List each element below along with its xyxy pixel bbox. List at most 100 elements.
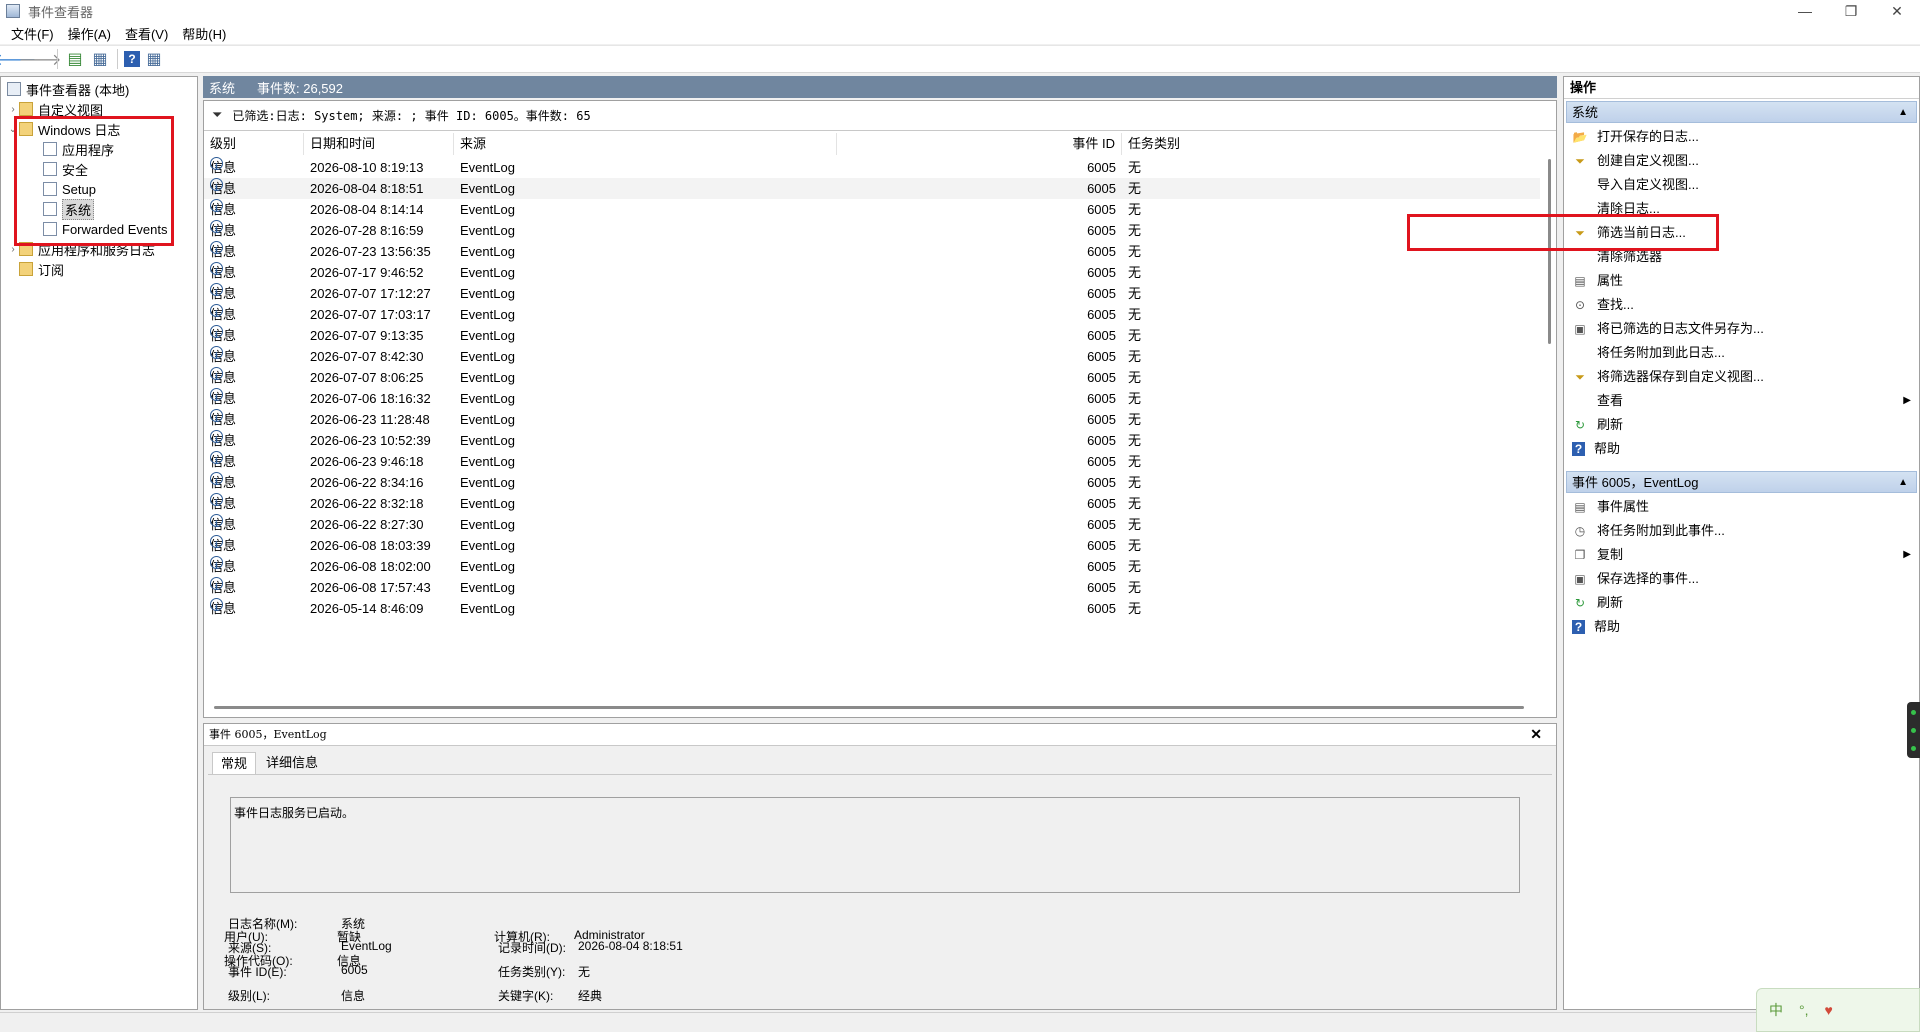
ime-punctuation[interactable]: °, [1799, 1002, 1809, 1018]
column-header-datetime[interactable]: 日期和时间 [304, 133, 454, 155]
action-item[interactable]: ▣ 保存选择的事件... [1566, 567, 1917, 591]
action-item[interactable]: ⏷ 创建自定义视图... [1566, 149, 1917, 173]
table-row[interactable]: i 信息 2026-06-22 8:32:18 EventLog 6005 无 [204, 493, 1540, 514]
help-icon[interactable]: ? [124, 51, 140, 67]
table-row[interactable]: i 信息 2026-08-04 8:14:14 EventLog 6005 无 [204, 199, 1540, 220]
table-row[interactable]: i 信息 2026-06-23 9:46:18 EventLog 6005 无 [204, 451, 1540, 472]
action-item[interactable]: ⊙ 查找... [1566, 293, 1917, 317]
actions-section-system[interactable]: 系统 ▲ [1566, 101, 1917, 123]
level-value: 信息 [341, 989, 366, 1003]
source-cell: EventLog [460, 328, 515, 343]
action-item[interactable]: ⏷ 将筛选器保存到自定义视图... [1566, 365, 1917, 389]
table-row[interactable]: i 信息 2026-05-14 8:46:09 EventLog 6005 无 [204, 598, 1540, 619]
collapse-caret-icon[interactable]: ▲ [1898, 102, 1908, 124]
keywords-value: 经典 [578, 989, 603, 1003]
action-item[interactable]: ◷ 将任务附加到此事件... [1566, 519, 1917, 543]
action-item[interactable]: 📂 打开保存的日志... [1566, 125, 1917, 149]
copy-icon: ❐ [1574, 548, 1586, 562]
action-item[interactable]: ▤ 属性 [1566, 269, 1917, 293]
actions-section-label: 事件 6005，EventLog [1572, 475, 1699, 490]
column-header-task-category[interactable]: 任务类别 [1122, 133, 1242, 155]
table-row[interactable]: i 信息 2026-06-23 10:52:39 EventLog 6005 无 [204, 430, 1540, 451]
event-viewer-icon [7, 82, 21, 96]
close-button[interactable]: ✕ [1874, 0, 1920, 22]
tree-subscriptions[interactable]: 订阅 [19, 259, 64, 279]
collapse-caret-icon[interactable]: ▲ [1898, 472, 1908, 494]
table-row[interactable]: i 信息 2026-06-08 17:57:43 EventLog 6005 无 [204, 577, 1540, 598]
table-row[interactable]: i 信息 2026-06-22 8:34:16 EventLog 6005 无 [204, 472, 1540, 493]
tree-root[interactable]: 事件查看器 (本地) [7, 79, 129, 99]
side-widget[interactable] [1907, 702, 1920, 758]
datetime-cell: 2026-08-04 8:14:14 [310, 202, 424, 217]
column-header-source[interactable]: 来源 [454, 133, 837, 155]
datetime-cell: 2026-07-07 9:13:35 [310, 328, 424, 343]
action-item[interactable]: ? 帮助 [1566, 615, 1917, 639]
event-id-cell: 6005 [1087, 433, 1116, 448]
table-row[interactable]: i 信息 2026-07-06 18:16:32 EventLog 6005 无 [204, 388, 1540, 409]
datetime-cell: 2026-07-07 8:06:25 [310, 370, 424, 385]
level-cell: i 信息 [210, 367, 236, 388]
table-row[interactable]: i 信息 2026-06-22 8:27:30 EventLog 6005 无 [204, 514, 1540, 535]
maximize-button[interactable]: ❐ [1828, 0, 1874, 22]
action-item[interactable]: ? 帮助 [1566, 437, 1917, 461]
menu-action[interactable]: 操作(A) [61, 24, 118, 43]
up-folder-icon[interactable]: ▤ [64, 48, 86, 70]
action-item[interactable]: ❐ 复制 ▶ [1566, 543, 1917, 567]
column-header-event-id[interactable]: 事件 ID [837, 133, 1122, 155]
scrollbar-thumb[interactable] [1548, 159, 1551, 344]
ime-mode[interactable]: 中 [1769, 1000, 1783, 1020]
ime-toolbar[interactable]: 中 °, ♥ [1756, 988, 1920, 1032]
table-row[interactable]: i 信息 2026-07-28 8:16:59 EventLog 6005 无 [204, 220, 1540, 241]
minimize-button[interactable]: — [1782, 0, 1828, 22]
event-id-cell: 6005 [1087, 265, 1116, 280]
actions-section-event[interactable]: 事件 6005，EventLog ▲ [1566, 471, 1917, 493]
table-row[interactable]: i 信息 2026-07-17 9:46:52 EventLog 6005 无 [204, 262, 1540, 283]
event-id-cell: 6005 [1087, 538, 1116, 553]
table-row[interactable]: i 信息 2026-07-07 8:42:30 EventLog 6005 无 [204, 346, 1540, 367]
filter-banner: ⏷ 已筛选:日志: System; 来源: ; 事件 ID: 6005。事件数:… [204, 101, 1556, 131]
source-cell: EventLog [460, 286, 515, 301]
table-row[interactable]: i 信息 2026-06-08 18:02:00 EventLog 6005 无 [204, 556, 1540, 577]
expand-chevron-icon[interactable]: › [7, 104, 19, 115]
event-id-cell: 6005 [1087, 286, 1116, 301]
event-id-cell: 6005 [1087, 601, 1116, 616]
action-item-label: 打开保存的日志... [1597, 129, 1699, 144]
action-item[interactable]: ▣ 将已筛选的日志文件另存为... [1566, 317, 1917, 341]
level-cell: i 信息 [210, 514, 236, 535]
table-row[interactable]: i 信息 2026-07-07 9:13:35 EventLog 6005 无 [204, 325, 1540, 346]
action-item[interactable]: ▤ 事件属性 [1566, 495, 1917, 519]
action-item[interactable]: 查看 ▶ [1566, 389, 1917, 413]
action-item-label: 帮助 [1594, 441, 1621, 456]
menu-help[interactable]: 帮助(H) [175, 24, 233, 43]
source-cell: EventLog [460, 202, 515, 217]
close-icon[interactable]: ✕ [1530, 724, 1542, 746]
action-item[interactable]: 导入自定义视图... [1566, 173, 1917, 197]
table-row[interactable]: i 信息 2026-07-07 8:06:25 EventLog 6005 无 [204, 367, 1540, 388]
level-cell: i 信息 [210, 493, 236, 514]
menu-view[interactable]: 查看(V) [118, 24, 175, 43]
action-item[interactable]: ↻ 刷新 [1566, 413, 1917, 437]
table-row[interactable]: i 信息 2026-08-04 8:18:51 EventLog 6005 无 [204, 178, 1540, 199]
tab-general[interactable]: 常规 [212, 752, 257, 774]
column-header-level[interactable]: 级别 [204, 133, 304, 155]
show-hide-console-tree-icon[interactable]: ▦ [89, 48, 111, 70]
ime-skin-icon[interactable]: ♥ [1825, 1002, 1833, 1018]
menu-file[interactable]: 文件(F) [4, 24, 61, 43]
forward-arrow-icon[interactable]: 🡒 [19, 48, 62, 70]
table-row[interactable]: i 信息 2026-07-23 13:56:35 EventLog 6005 无 [204, 241, 1540, 262]
action-item[interactable]: 将任务附加到此日志... [1566, 341, 1917, 365]
table-row[interactable]: i 信息 2026-07-07 17:03:17 EventLog 6005 无 [204, 304, 1540, 325]
datetime-cell: 2026-07-07 8:42:30 [310, 349, 424, 364]
table-row[interactable]: i 信息 2026-07-07 17:12:27 EventLog 6005 无 [204, 283, 1540, 304]
show-hide-action-pane-icon[interactable]: ▦ [143, 48, 165, 70]
tab-details[interactable]: 详细信息 [258, 752, 326, 774]
task-category-cell: 无 [1128, 559, 1142, 574]
event-id-cell: 6005 [1087, 454, 1116, 469]
event-description[interactable]: 事件日志服务已启动。 [230, 797, 1520, 893]
action-item[interactable]: ↻ 刷新 [1566, 591, 1917, 615]
horizontal-scrollbar[interactable] [214, 706, 1524, 709]
table-row[interactable]: i 信息 2026-06-08 18:03:39 EventLog 6005 无 [204, 535, 1540, 556]
table-row[interactable]: i 信息 2026-06-23 11:28:48 EventLog 6005 无 [204, 409, 1540, 430]
info-icon: i [210, 262, 223, 278]
table-row[interactable]: i 信息 2026-08-10 8:19:13 EventLog 6005 无 [204, 157, 1540, 178]
